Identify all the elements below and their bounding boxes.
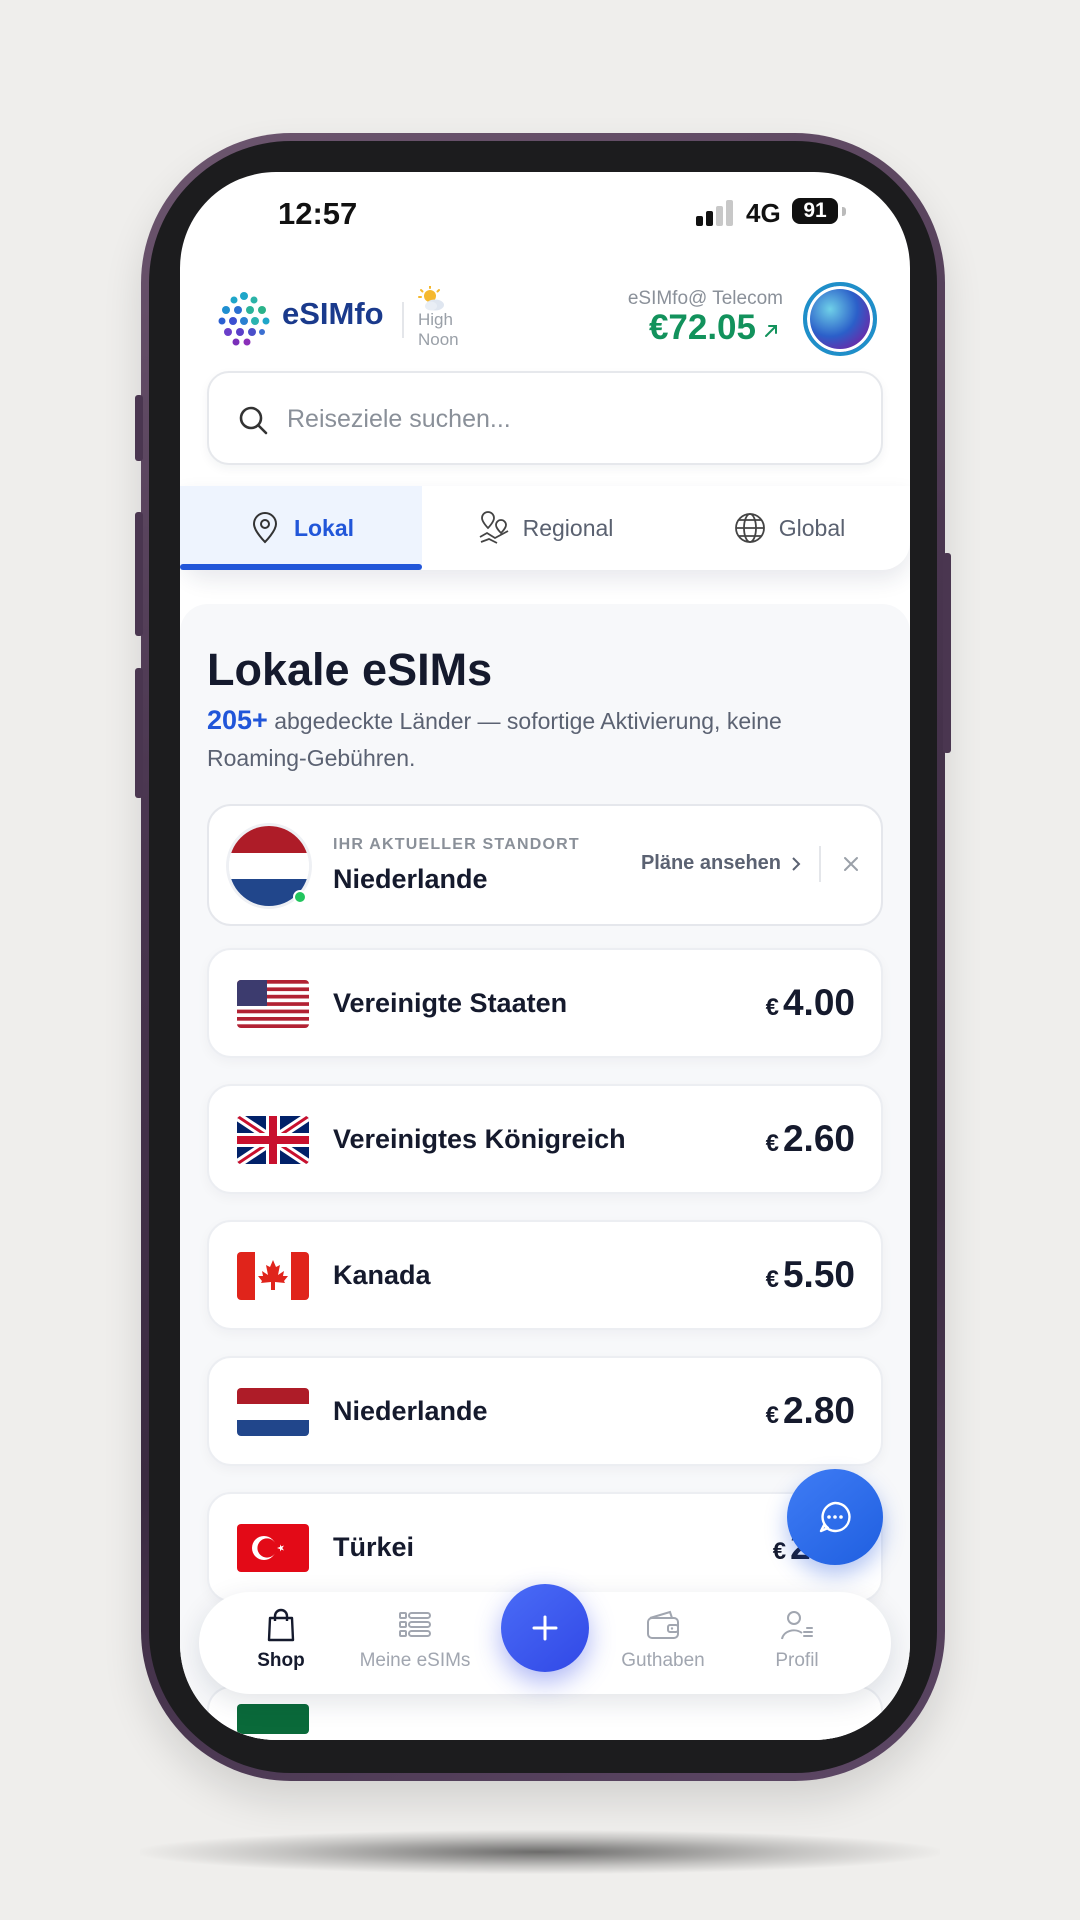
- chat-bubble-icon: [819, 1501, 851, 1533]
- country-row-partial[interactable]: [207, 1686, 883, 1740]
- tab-global[interactable]: Global: [668, 486, 910, 570]
- country-row-canada[interactable]: Kanada €5.50: [207, 1220, 883, 1330]
- nav-balance[interactable]: Guthaben: [603, 1604, 723, 1684]
- status-bar: 12:57 4G 91: [180, 172, 910, 252]
- shopping-bag-icon: [267, 1608, 295, 1642]
- view-plans-link[interactable]: Pläne ansehen: [641, 852, 801, 875]
- chat-button[interactable]: [787, 1469, 883, 1565]
- account-name: eSIMfo@ Telecom: [627, 288, 783, 309]
- signal-icon: [696, 200, 736, 226]
- tab-global-label: Global: [778, 514, 846, 541]
- country-name: Vereinigtes Königreich: [333, 1124, 626, 1154]
- trend-up-arrow-icon: [765, 325, 777, 337]
- online-dot: [293, 890, 307, 904]
- section-subtitle-text: abgedeckte Länder — sofortige Aktivierun…: [207, 708, 782, 771]
- currency-symbol: €: [765, 994, 779, 1021]
- weather-line-1: High: [418, 310, 453, 329]
- nav-balance-label: Guthaben: [621, 1650, 705, 1671]
- phone-power-button: [943, 553, 951, 753]
- phone-volume-down-button: [135, 668, 143, 798]
- bottom-navigation: Shop Meine eSIMs Guthaben Profil: [199, 1584, 891, 1694]
- tab-lokal[interactable]: Lokal: [180, 486, 422, 570]
- nav-shop[interactable]: Shop: [221, 1604, 341, 1684]
- brand-name: eSIMfo: [282, 296, 384, 331]
- country-name: Niederlande: [333, 1396, 488, 1426]
- globe-icon: [734, 513, 765, 543]
- canada-flag-icon: [237, 1252, 309, 1300]
- current-location-card[interactable]: IHR AKTUELLER STANDORT Niederlande Pläne…: [207, 804, 883, 926]
- tab-lokal-label: Lokal: [293, 514, 355, 541]
- partial-flag-icon: [237, 1704, 309, 1734]
- local-esims-section: Lokale eSIMs 205+ abgedeckte Länder — so…: [180, 604, 910, 1740]
- app-screen: 12:57 4G 91 eSIMfo High Noon eSIMfo@ Tel…: [180, 172, 910, 1740]
- currency-symbol: €: [765, 1266, 779, 1293]
- search-bar[interactable]: [207, 371, 883, 465]
- profile-icon: [781, 1611, 813, 1640]
- country-price: €4.00: [766, 982, 855, 1024]
- currency-symbol: €: [765, 1130, 779, 1157]
- turkey-flag-icon: [237, 1524, 309, 1572]
- price-value: 5.50: [782, 1254, 855, 1295]
- esimfo-logo-icon: [218, 292, 270, 346]
- nav-my-esims-label: Meine eSIMs: [359, 1650, 471, 1671]
- phone-volume-up-button: [135, 512, 143, 636]
- price-value: 2.80: [782, 1390, 855, 1431]
- plus-icon: [532, 1615, 558, 1641]
- phone-action-button: [135, 395, 143, 461]
- floor-shadow: [140, 1830, 940, 1874]
- network-label: 4G: [746, 198, 781, 228]
- netherlands-flag-icon: [237, 1388, 309, 1436]
- tab-regional[interactable]: Regional: [422, 486, 668, 570]
- price-value: 2.60: [782, 1118, 855, 1159]
- nav-profile-label: Profil: [775, 1650, 819, 1671]
- close-icon[interactable]: [841, 854, 861, 874]
- country-count: 205+: [207, 705, 268, 735]
- header-divider: [402, 302, 404, 338]
- active-tab-indicator: [180, 564, 422, 570]
- country-row-uk[interactable]: Vereinigtes Königreich €2.60: [207, 1084, 883, 1194]
- country-price: €2.60: [766, 1118, 855, 1160]
- search-input[interactable]: [287, 397, 847, 441]
- region-tabs: Lokal Regional Global: [180, 486, 910, 570]
- map-pin-icon: [252, 512, 277, 544]
- battery-tip: [842, 207, 846, 216]
- currency-symbol: €: [765, 1402, 779, 1429]
- us-flag-icon: [237, 980, 309, 1028]
- tab-regional-label: Regional: [522, 514, 614, 541]
- weather-line-2: Noon: [418, 330, 459, 349]
- chevron-right-icon: [792, 856, 801, 871]
- country-name: Kanada: [333, 1260, 431, 1290]
- wallet-icon: [647, 1610, 679, 1639]
- country-row-netherlands[interactable]: Niederlande €2.80: [207, 1356, 883, 1466]
- current-location-country: Niederlande: [333, 864, 488, 894]
- status-time: 12:57: [278, 196, 358, 231]
- profile-avatar[interactable]: [803, 282, 877, 356]
- section-subtitle: 205+ abgedeckte Länder — sofortige Aktiv…: [207, 702, 867, 777]
- current-location-label: IHR AKTUELLER STANDORT: [333, 836, 580, 853]
- country-name: Vereinigte Staaten: [333, 988, 568, 1018]
- price-value: 4.00: [782, 982, 855, 1023]
- search-icon: [239, 406, 268, 435]
- add-button[interactable]: [501, 1584, 589, 1672]
- currency-symbol: €: [772, 1538, 787, 1565]
- nav-my-esims[interactable]: Meine eSIMs: [355, 1604, 475, 1684]
- nav-shop-label: Shop: [257, 1650, 305, 1671]
- nav-profile[interactable]: Profil: [737, 1604, 857, 1684]
- country-row-usa[interactable]: Vereinigte Staaten €4.00: [207, 948, 883, 1058]
- list-icon: [399, 1612, 431, 1637]
- section-title: Lokale eSIMs: [207, 644, 493, 695]
- battery-icon: 91: [792, 198, 838, 224]
- location-card-divider: [819, 846, 821, 882]
- account-balance[interactable]: €72.05: [649, 308, 756, 348]
- view-plans-label: Pläne ansehen: [640, 852, 781, 874]
- country-price: €5.50: [766, 1254, 855, 1296]
- country-name: Türkei: [333, 1532, 415, 1562]
- uk-flag-icon: [237, 1116, 309, 1164]
- map-pins-icon: [479, 511, 509, 544]
- partly-sunny-icon: [418, 286, 444, 311]
- country-price: €2.80: [766, 1390, 855, 1432]
